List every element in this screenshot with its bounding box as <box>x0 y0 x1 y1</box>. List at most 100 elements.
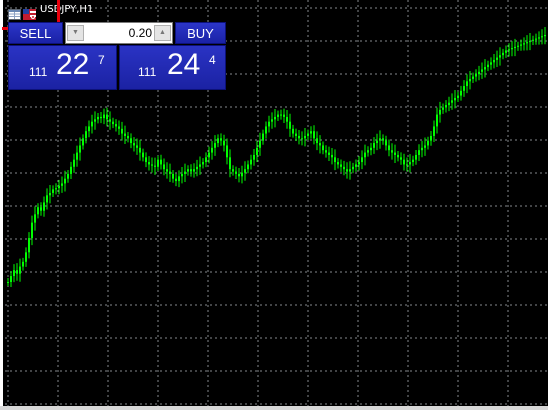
candle-body <box>247 164 249 170</box>
candle-body <box>253 154 255 160</box>
candle-body <box>166 169 168 172</box>
candle-body <box>232 169 234 172</box>
candle-body <box>196 166 198 170</box>
candle-body <box>490 62 492 65</box>
candle-body <box>208 152 210 158</box>
lot-decrease-icon[interactable]: ▼ <box>67 25 84 41</box>
candle-body <box>106 114 108 120</box>
candle-body <box>373 143 375 148</box>
bid-price-box[interactable]: 111 22 7 <box>8 45 117 90</box>
candle-body <box>256 147 258 155</box>
candle-body <box>223 140 225 146</box>
candle-body <box>301 138 303 140</box>
candle-body <box>409 162 411 165</box>
flag-icon <box>23 5 36 20</box>
candle-body <box>118 126 120 129</box>
candle-body <box>214 143 216 148</box>
candle-body <box>217 138 219 144</box>
lot-increase-icon[interactable]: ▲ <box>154 25 171 41</box>
candle-body <box>40 207 42 211</box>
candle-body <box>136 145 138 148</box>
candle-body <box>94 119 96 122</box>
candle-body <box>307 133 309 136</box>
candle-body <box>181 173 183 177</box>
candle-body <box>175 178 177 182</box>
candle-body <box>451 100 453 103</box>
candle-body <box>415 154 417 160</box>
candle-body <box>259 140 261 148</box>
candle-body <box>25 252 27 262</box>
candle-body <box>334 157 336 163</box>
candle-body <box>313 131 315 139</box>
candle-body <box>76 152 78 160</box>
candle-body <box>499 55 501 58</box>
chart-window[interactable]: USDJPY,H1 SELL ▼ 0.20 ▲ BUY 111 22 7 111… <box>0 0 548 410</box>
candle-body <box>13 270 15 277</box>
chart-bottom-border <box>0 406 548 410</box>
candle-body <box>469 78 471 82</box>
candle-body <box>370 147 372 151</box>
candle-body <box>28 238 30 253</box>
candle-body <box>79 145 81 153</box>
candle-body <box>466 81 468 87</box>
candle-body <box>268 121 270 127</box>
candle-body <box>424 145 426 148</box>
candle-body <box>292 128 294 134</box>
candle-body <box>226 145 228 158</box>
candle-body <box>436 114 438 127</box>
candle-body <box>7 282 9 283</box>
ask-price-box[interactable]: 111 24 4 <box>119 45 226 90</box>
chart-left-border <box>0 0 3 410</box>
candle-body <box>229 157 231 170</box>
candle-body <box>178 176 180 182</box>
candle-body <box>139 147 141 153</box>
candle-body <box>190 169 192 172</box>
sell-button[interactable]: SELL <box>8 22 63 44</box>
candle-body <box>211 147 213 153</box>
candle-body <box>145 157 147 163</box>
candle-body <box>442 107 444 110</box>
candle-body <box>163 164 165 170</box>
candle-body <box>538 37 540 39</box>
candle-body <box>265 126 267 134</box>
candle-body <box>481 69 483 72</box>
candle-body <box>127 135 129 139</box>
candle-body <box>88 126 90 132</box>
candle-body <box>418 150 420 155</box>
lot-size-stepper[interactable]: ▼ 0.20 ▲ <box>65 22 173 44</box>
candle-body <box>67 173 69 179</box>
candle-body <box>382 138 384 141</box>
candle-body <box>433 126 435 136</box>
candle-body <box>49 192 51 196</box>
candle-body <box>70 166 72 174</box>
candle-body <box>277 114 279 117</box>
ask-price-point: 4 <box>209 53 216 67</box>
candle-body <box>343 166 345 170</box>
candle-body <box>346 169 348 172</box>
candle-body <box>394 152 396 155</box>
candle-body <box>10 276 12 282</box>
candle-body <box>148 162 150 165</box>
candle-body <box>454 97 456 101</box>
lot-size-value[interactable]: 0.20 <box>86 23 152 43</box>
candle-body <box>523 43 525 45</box>
candle-body <box>367 150 369 153</box>
candle-body <box>505 50 507 53</box>
candle-body <box>430 135 432 141</box>
candle-body <box>412 159 414 163</box>
candle-body <box>160 159 162 165</box>
candle-body <box>475 74 477 77</box>
candle-body <box>388 145 390 151</box>
candle-body <box>220 138 222 141</box>
candle-body <box>16 270 18 274</box>
candle-body <box>184 171 186 174</box>
candle-body <box>406 164 408 166</box>
candle-body <box>286 116 288 122</box>
buy-button[interactable]: BUY <box>175 22 226 44</box>
bid-price-main: 22 <box>56 48 90 81</box>
candle-body <box>73 159 75 167</box>
bid-price-prefix: 111 <box>29 65 48 79</box>
candle-body <box>52 189 54 193</box>
candle-body <box>517 45 519 47</box>
candle-body <box>379 138 381 141</box>
